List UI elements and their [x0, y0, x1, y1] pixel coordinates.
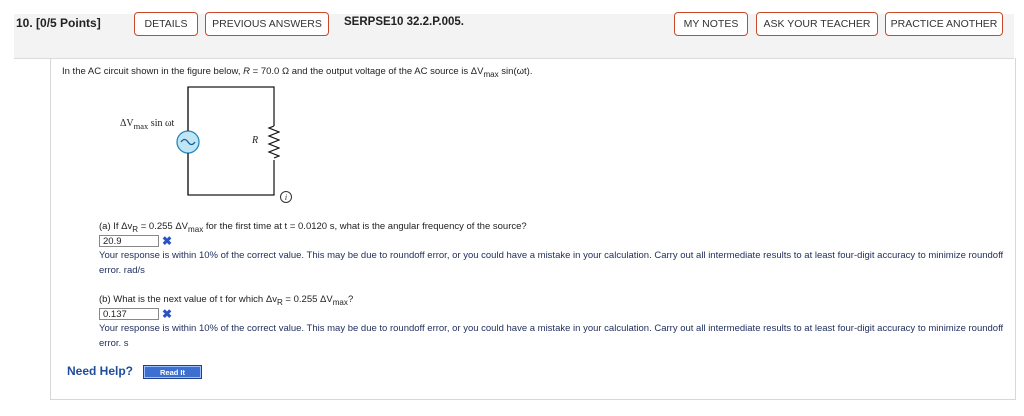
incorrect-x-icon: ✖	[162, 234, 173, 248]
part-a-feedback: Your response is within 10% of the corre…	[99, 250, 1004, 276]
info-icon[interactable]: i	[280, 191, 292, 203]
need-help-label: Need Help?	[67, 364, 134, 378]
part-a-prompt: (a) If ΔvR = 0.255 ΔVmax for the first t…	[99, 221, 527, 234]
ask-your-teacher-button[interactable]: ASK YOUR TEACHER	[756, 12, 878, 36]
part-b-answer-input[interactable]: 0.137	[99, 308, 159, 320]
previous-answers-button[interactable]: PREVIOUS ANSWERS	[205, 12, 329, 36]
source-voltage-label: ΔVmax sin ωt	[120, 118, 175, 131]
resistor-label: R	[252, 135, 259, 146]
incorrect-x-icon: ✖	[162, 307, 173, 321]
question-number: 10. [0/5 Points]	[16, 16, 101, 30]
my-notes-button[interactable]: MY NOTES	[674, 12, 748, 36]
practice-another-button[interactable]: PRACTICE ANOTHER	[885, 12, 1003, 36]
question-intro: In the AC circuit shown in the figure be…	[62, 66, 533, 79]
read-it-button[interactable]: Read It	[143, 365, 202, 379]
part-b-feedback: Your response is within 10% of the corre…	[99, 323, 1004, 349]
part-a-answer-input[interactable]: 20.9	[99, 235, 159, 247]
problem-code: SERPSE10 32.2.P.005.	[344, 16, 464, 28]
circuit-diagram	[170, 86, 280, 196]
points-label: [0/5 Points]	[36, 16, 101, 30]
part-b-prompt: (b) What is the next value of t for whic…	[99, 294, 354, 307]
details-button[interactable]: DETAILS	[134, 12, 198, 36]
